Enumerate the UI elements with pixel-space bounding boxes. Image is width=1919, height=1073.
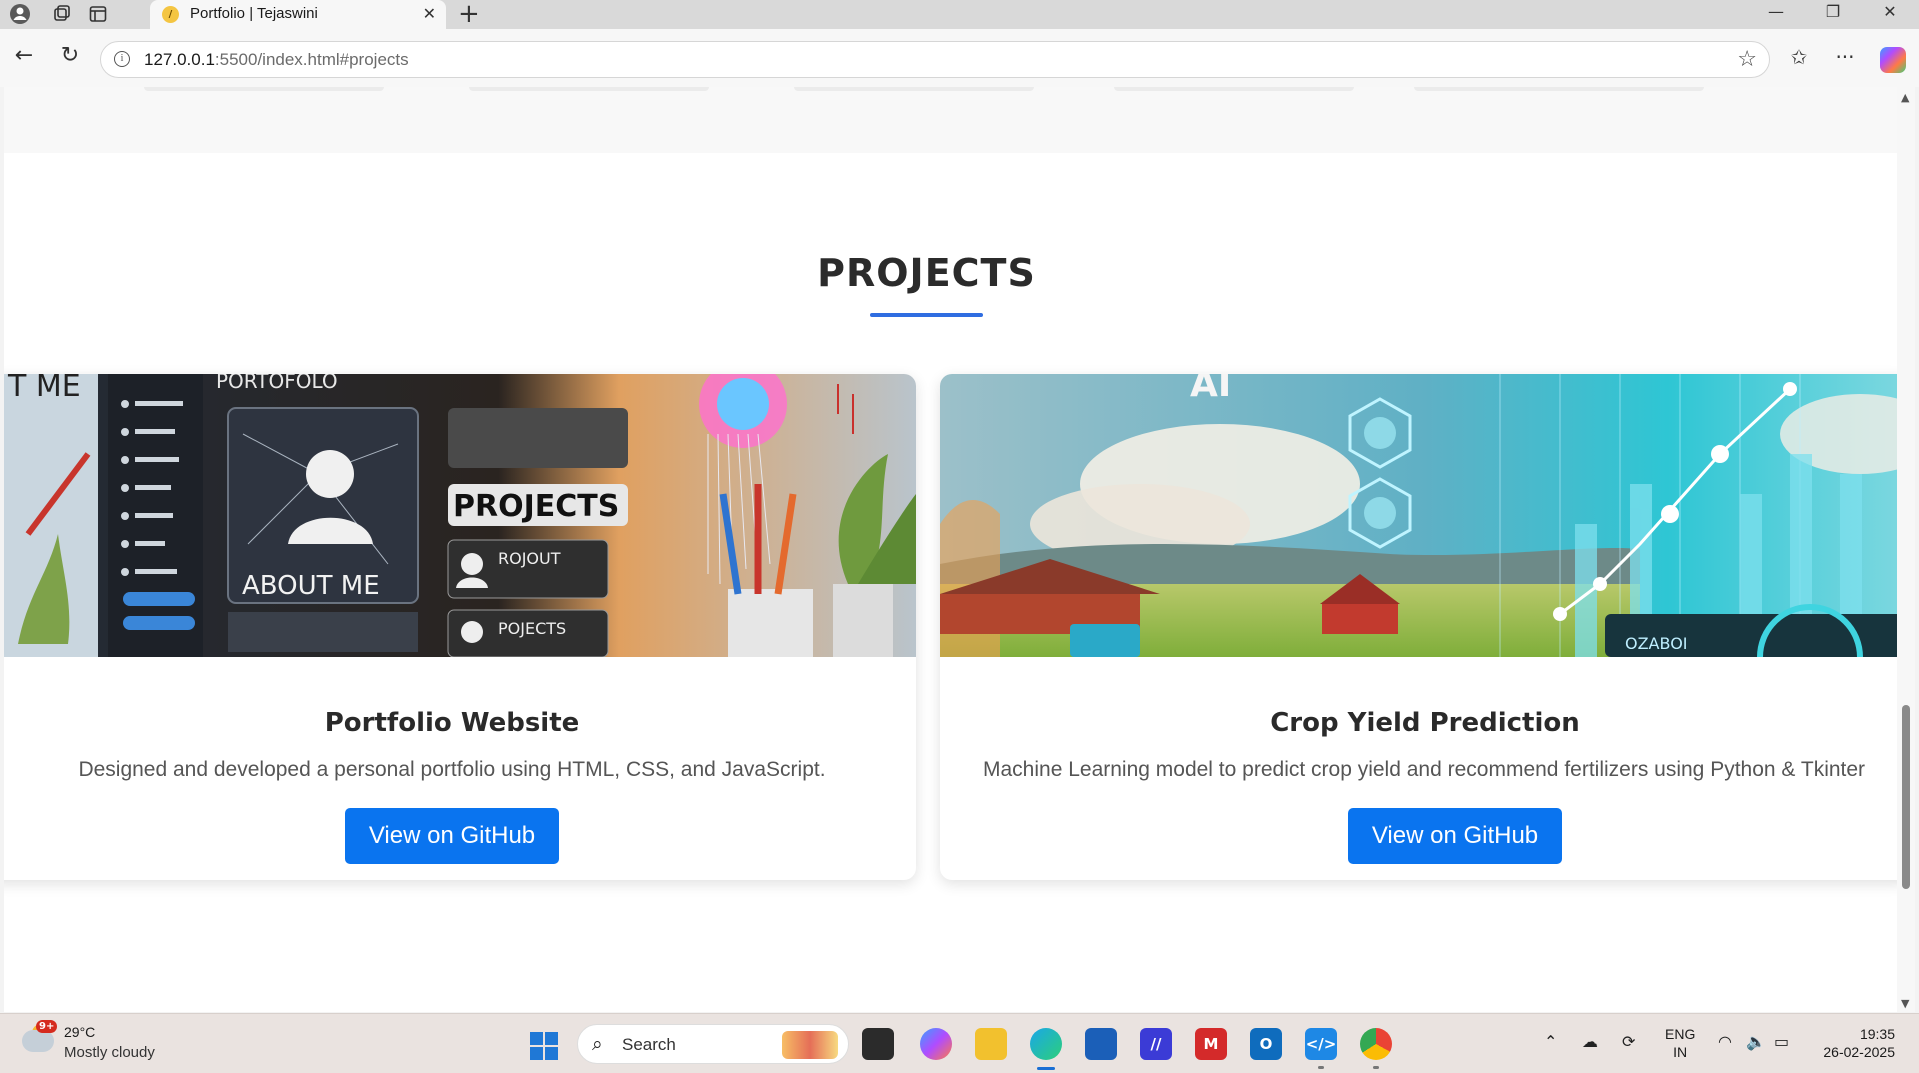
title-underline: [870, 313, 983, 317]
new-tab-button[interactable]: +: [458, 0, 480, 28]
vertical-tabs-icon[interactable]: [86, 3, 110, 25]
workspaces-icon[interactable]: [50, 3, 74, 25]
search-placeholder: Search: [622, 1035, 676, 1054]
taskbar-search[interactable]: ⌕ Search: [577, 1024, 849, 1064]
portfolio-project-image: T ME PORTOFOLO ABOUT ME PROJECTS ROJOUT …: [4, 374, 916, 657]
close-window-icon[interactable]: ✕: [1875, 2, 1905, 21]
outlook-icon[interactable]: O: [1250, 1028, 1282, 1060]
tab-close-icon[interactable]: ✕: [423, 4, 436, 23]
app-icon[interactable]: //: [1140, 1028, 1172, 1060]
scroll-up-arrow-icon[interactable]: ▲: [1901, 91, 1909, 104]
weather-temperature: 29°C: [64, 1024, 96, 1040]
site-info-icon[interactable]: i: [114, 51, 130, 67]
browser-title-bar: / Portfolio | Tejaswini ✕ + — ❐ ✕: [0, 0, 1919, 29]
project-title: Crop Yield Prediction: [1270, 708, 1580, 738]
system-clock[interactable]: 19:35 26-02-2025: [1815, 1025, 1895, 1061]
project-description: Machine Learning model to predict crop y…: [983, 758, 1866, 781]
view-on-github-button[interactable]: View on GitHub: [1348, 808, 1562, 864]
site-favicon-icon: /: [162, 6, 179, 23]
svg-text:ABOUT ME: ABOUT ME: [242, 571, 380, 601]
favorites-icon[interactable]: ✩: [1784, 45, 1814, 69]
address-bar-row: ← ↻ i 127.0.0.1:5500/index.html#projects…: [0, 29, 1919, 87]
previous-section-band: [4, 87, 1897, 153]
active-tab[interactable]: / Portfolio | Tejaswini ✕: [150, 0, 446, 29]
address-bar[interactable]: i 127.0.0.1:5500/index.html#projects ☆: [100, 41, 1770, 78]
search-icon: ⌕: [592, 1033, 603, 1055]
section-title: PROJECTS: [817, 251, 1036, 295]
svg-text:ROJOUT: ROJOUT: [498, 549, 561, 568]
more-options-icon[interactable]: ···: [1830, 45, 1860, 69]
mcafee-icon[interactable]: M: [1195, 1028, 1227, 1060]
edge-browser-icon[interactable]: [1030, 1028, 1062, 1060]
notification-badge: 9+: [36, 1020, 58, 1033]
chrome-icon[interactable]: [1360, 1028, 1392, 1060]
scroll-down-arrow-icon[interactable]: ▼: [1901, 997, 1909, 1010]
file-explorer-icon[interactable]: [975, 1028, 1007, 1060]
svg-text:POJECTS: POJECTS: [498, 619, 566, 638]
svg-text:AI: AI: [1190, 374, 1231, 405]
wifi-icon[interactable]: ◠: [1718, 1032, 1732, 1051]
vscode-icon[interactable]: </>: [1305, 1028, 1337, 1060]
project-title: Portfolio Website: [324, 708, 580, 738]
svg-text:T ME: T ME: [7, 374, 81, 404]
volume-icon[interactable]: 🔈: [1746, 1032, 1766, 1051]
windows-taskbar: 9+ 29°C Mostly cloudy ⌕ Search // M O </…: [0, 1013, 1919, 1073]
start-button[interactable]: [530, 1032, 558, 1060]
weather-widget[interactable]: 9+ 29°C Mostly cloudy: [22, 1020, 222, 1066]
microsoft-store-icon[interactable]: [1085, 1028, 1117, 1060]
view-on-github-button[interactable]: View on GitHub: [345, 808, 559, 864]
weather-cloud-icon: [22, 1030, 54, 1052]
sync-icon[interactable]: ⟳: [1622, 1032, 1635, 1051]
tab-title: Portfolio | Tejaswini: [190, 5, 318, 22]
copilot-icon[interactable]: [1880, 47, 1906, 73]
running-app-indicator: [1373, 1066, 1379, 1069]
project-description: Designed and developed a personal portfo…: [78, 758, 826, 781]
scroll-thumb[interactable]: [1902, 705, 1910, 889]
active-app-indicator: [1037, 1067, 1055, 1070]
search-highlight-icon: [782, 1031, 838, 1059]
show-hidden-icons-icon[interactable]: ⌃: [1544, 1032, 1557, 1051]
crop-yield-project-image: AI OZABOI: [940, 374, 1897, 657]
project-card-crop-yield: AI OZABOI Crop Yield Prediction Machine …: [940, 374, 1897, 880]
weather-condition: Mostly cloudy: [64, 1044, 155, 1061]
onedrive-cloud-icon[interactable]: ☁: [1582, 1032, 1598, 1051]
back-icon[interactable]: ←: [9, 43, 39, 68]
language-indicator[interactable]: ENG IN: [1665, 1025, 1695, 1061]
minimize-icon[interactable]: —: [1761, 2, 1791, 21]
svg-text:OZABOI: OZABOI: [1625, 634, 1688, 653]
refresh-icon[interactable]: ↻: [55, 43, 85, 68]
svg-text:PORTOFOLO: PORTOFOLO: [216, 374, 338, 393]
restore-icon[interactable]: ❐: [1818, 2, 1848, 21]
copilot-taskbar-icon[interactable]: [920, 1028, 952, 1060]
profile-icon[interactable]: [8, 3, 32, 25]
running-app-indicator: [1318, 1066, 1324, 1069]
task-view-icon[interactable]: [862, 1028, 894, 1060]
page-scrollbar[interactable]: ▲ ▼: [1897, 87, 1915, 1012]
svg-text:PROJECTS: PROJECTS: [453, 489, 619, 524]
url-text[interactable]: 127.0.0.1:5500/index.html#projects: [144, 50, 409, 70]
project-card-portfolio: T ME PORTOFOLO ABOUT ME PROJECTS ROJOUT …: [4, 374, 916, 880]
battery-icon[interactable]: ▭: [1774, 1032, 1789, 1051]
page-viewport: PROJECTS T ME PORTOFOLO ABOUT ME PROJECT…: [4, 87, 1897, 1012]
favorite-star-icon[interactable]: ☆: [1737, 47, 1757, 72]
